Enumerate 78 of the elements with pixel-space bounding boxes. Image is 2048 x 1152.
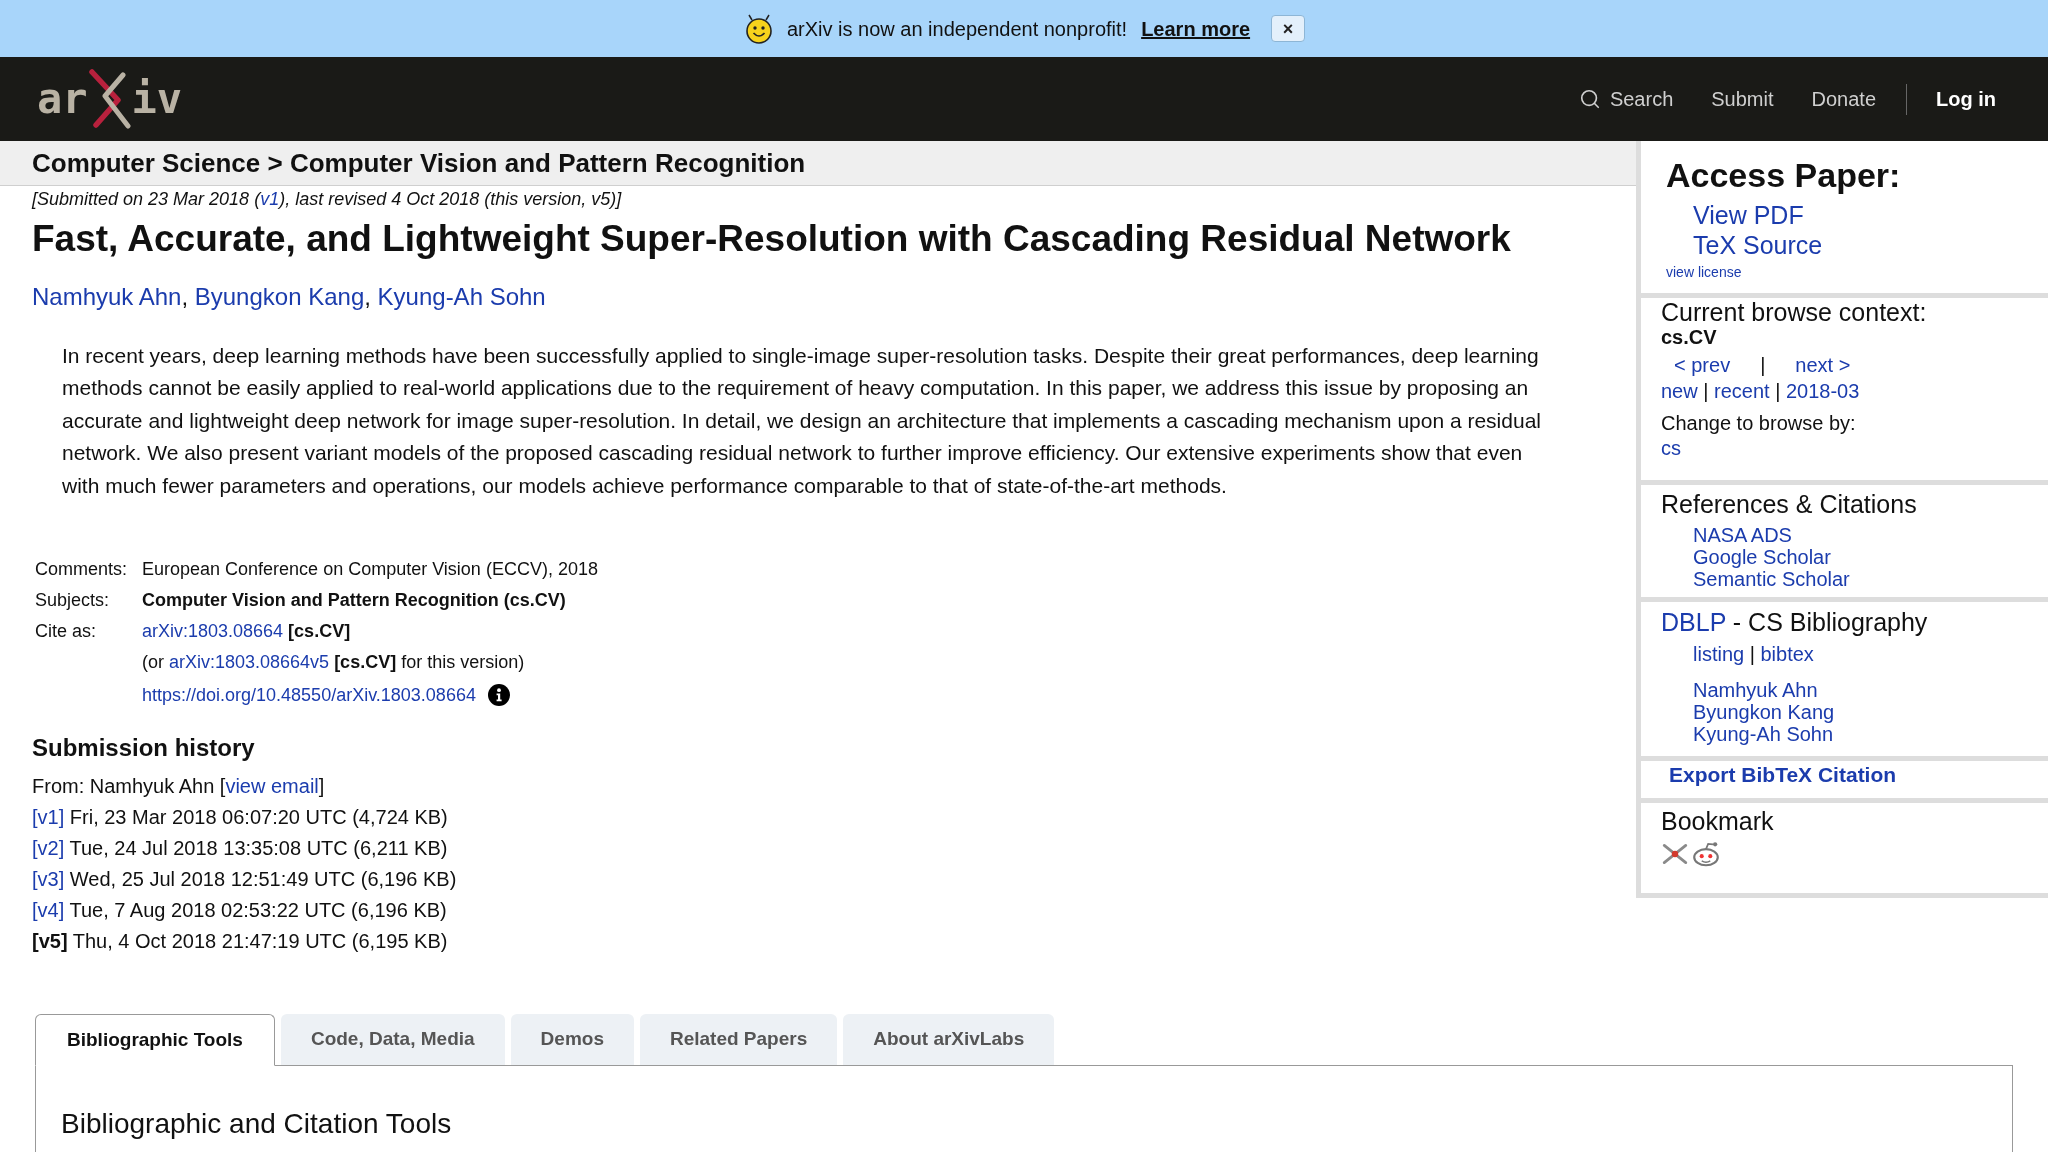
dblp-link[interactable]: bibtex — [1760, 643, 1814, 665]
abstract: In recent years, deep learning methods have been successfully applied to single-image super-resolution tasks. Despite their great performances, deep learning methods cannot be easily applied to real-world applications due to the requirement of heavy computation. In this paper, we address this issue by proposing an accurate and lightweight deep network for image super-resolution. In detail, we design an architecture that implements a cascading mechanism upon a residual network. We also present variant models of the proposed cascading residual network to further improve efficiency. Our extensive experiments show that even with much fewer parameters and operations, our models achieve performance comparable to that of state-of-the-art methods. — [62, 343, 1542, 499]
alien-face-icon[interactable] — [1691, 841, 1721, 867]
breadcrumb: Computer Science > Computer Vision and Pattern Recognition — [32, 146, 806, 180]
metadata-value: arXiv:1803.08664 [cs.CV] — [142, 620, 351, 644]
paper-title: Fast, Accurate, and Lightweight Super-Resolution with Cascading Residual Network — [32, 217, 1512, 261]
browse-link[interactable]: recent — [1714, 380, 1770, 402]
submission-dateline: [Submitted on 23 Mar 2018 (v1), last revised 4 Oct 2018 (this version, v5)] — [32, 188, 623, 210]
login-link[interactable]: Log in — [1936, 84, 1996, 114]
tab[interactable]: About arXivLabs — [843, 1014, 1055, 1066]
metadata-value: Computer Vision and Pattern Recognition (cs.CV) — [142, 589, 566, 613]
citation-link[interactable]: arXiv:1803.08664v5 — [169, 652, 330, 673]
metadata-label: Comments: — [35, 558, 129, 582]
close-button[interactable]: × — [1271, 15, 1306, 42]
dblp-links: listing | bibtex — [1693, 642, 1814, 666]
version-link[interactable]: [v3] — [32, 868, 65, 891]
panel-heading: Bibliographic and Citation Tools — [61, 1107, 452, 1142]
browse-link[interactable]: 2018-03 — [1785, 380, 1860, 402]
sidebar-heading: Access Paper: — [1666, 155, 1902, 195]
nav-link[interactable]: Submit — [1711, 84, 1774, 114]
reference-link[interactable]: NASA ADS — [1693, 524, 1792, 546]
version-link[interactable]: [v2] — [32, 837, 65, 860]
author-link[interactable]: Byungkon Kang — [194, 283, 365, 310]
info-icon[interactable] — [487, 684, 510, 707]
download-link[interactable]: View PDF — [1693, 200, 1804, 230]
reference-link[interactable]: Semantic Scholar — [1693, 568, 1850, 590]
browse-navigation: < prev | next > — [1673, 353, 1851, 377]
citation-link[interactable]: arXiv:1803.08664 — [142, 621, 284, 642]
browse-link[interactable]: new — [1661, 380, 1698, 402]
license-link[interactable]: view license — [1666, 263, 1742, 281]
version-link[interactable]: [v1] — [32, 806, 65, 829]
browse-by-label: Change to browse by: — [1661, 411, 1856, 435]
section-heading: Submission history — [32, 733, 256, 764]
tab[interactable]: Code, Data, Media — [280, 1014, 505, 1066]
reference-link[interactable]: Google Scholar — [1693, 546, 1831, 568]
tab[interactable]: Related Papers — [639, 1014, 838, 1066]
metadata-label: Subjects: — [35, 589, 111, 613]
submitter-line: From: Namhyuk Ahn [view email] — [32, 774, 326, 800]
version-entry: [v3] Wed, 25 Jul 2018 12:51:49 UTC (6,196 KB) — [32, 867, 458, 893]
cross-mark-icon — [87, 69, 132, 129]
logo-text: ar — [37, 74, 88, 124]
author-link[interactable]: Kyung-Ah Sohn — [1693, 723, 1834, 745]
sidebar-heading: Bookmark — [1661, 807, 1774, 835]
version-entry: [v5] Thu, 4 Oct 2018 21:47:19 UTC (6,195 KB) — [32, 929, 449, 955]
sidebar-heading: Current browse context: — [1661, 298, 1928, 326]
sidebar-heading: References & Citations — [1661, 490, 1918, 518]
metadata-value: European Conference on Computer Vision (ECCV), 2018 — [142, 558, 598, 582]
author-link[interactable]: Namhyuk Ahn — [32, 283, 182, 310]
crossed-tools-icon[interactable] — [1661, 842, 1689, 866]
banner-message: arXiv is now an independent nonprofit! — [786, 16, 1128, 42]
email-link[interactable]: view email — [225, 775, 319, 798]
category-label: cs.CV — [1661, 326, 1717, 348]
browse-link[interactable]: < prev — [1674, 353, 1731, 377]
search-icon — [1578, 88, 1601, 110]
dblp-link[interactable]: listing — [1693, 643, 1745, 665]
version-entry: [v1] Fri, 23 Mar 2018 06:07:20 UTC (4,724 KB) — [32, 805, 449, 831]
search-button[interactable]: Search — [1578, 84, 1674, 114]
author-link[interactable]: Kyung-Ah Sohn — [377, 283, 546, 310]
browse-link[interactable]: next > — [1795, 353, 1851, 377]
doi-link[interactable]: https://doi.org/10.48550/arXiv.1803.08664 — [142, 678, 476, 713]
browse-lists: new | recent | 2018-03 — [1661, 379, 1860, 403]
category-link[interactable]: cs — [1661, 436, 1681, 460]
learn-more-link[interactable]: Learn more — [1141, 13, 1251, 44]
author-link[interactable]: Byungkon Kang — [1693, 701, 1835, 723]
metadata-value: (or arXiv:1803.08664v5 [cs.CV] for this version) — [142, 651, 525, 675]
version-entry: [v2] Tue, 24 Jul 2018 13:35:08 UTC (6,211 KB) — [32, 836, 449, 862]
tab[interactable]: Demos — [510, 1014, 634, 1066]
nav-link[interactable]: Donate — [1811, 84, 1876, 114]
version-entry: [v4] Tue, 7 Aug 2018 02:53:22 UTC (6,196 KB) — [32, 898, 448, 924]
author-link[interactable]: Namhyuk Ahn — [1693, 679, 1818, 701]
dblp-link[interactable]: DBLP — [1661, 608, 1726, 636]
version-link[interactable]: [v4] — [32, 899, 65, 922]
sidebar-heading: DBLP - CS Bibliography — [1661, 608, 1928, 636]
metadata-label: Cite as: — [35, 620, 98, 644]
tab[interactable]: Bibliographic Tools — [35, 1014, 275, 1067]
author-list: Namhyuk Ahn, Byungkon Kang, Kyung-Ah Sohn — [32, 282, 1636, 312]
download-link[interactable]: TeX Source — [1693, 230, 1823, 260]
logo-text: iv — [131, 74, 183, 124]
